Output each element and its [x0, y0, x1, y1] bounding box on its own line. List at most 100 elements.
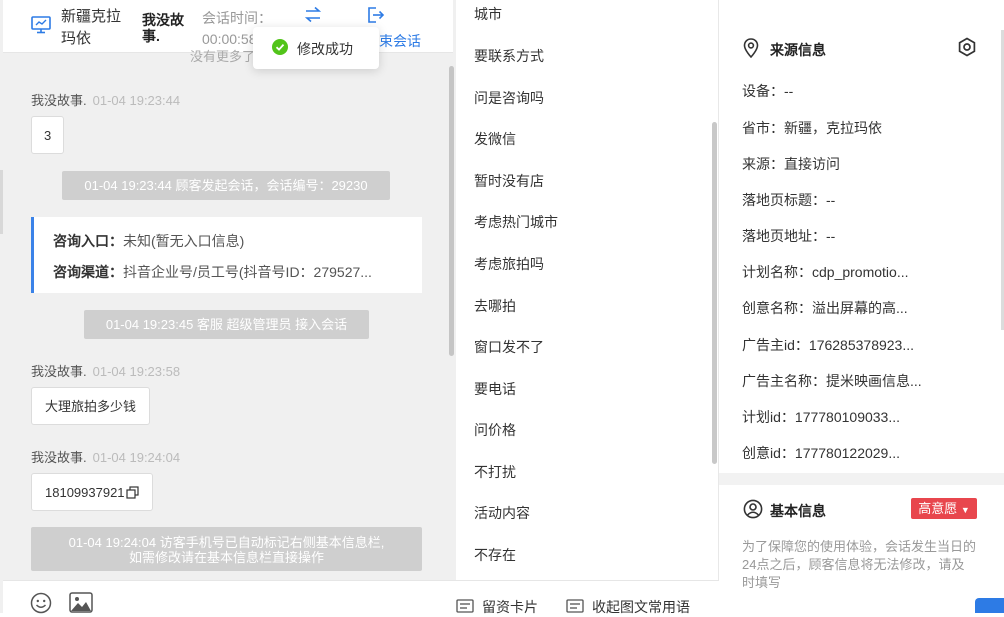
quick-reply-item[interactable]: 要联系方式 [474, 46, 544, 66]
field-landing-title: 落地页标题：-- [742, 190, 835, 210]
quick-reply-item[interactable]: 暂时没有店 [474, 171, 544, 191]
edit-notice: 为了保障您的使用体验，会话发生当日的24点之后，顾客信息将无法修改，请及时填写 [742, 539, 977, 590]
field-label: 落地页标题： [742, 192, 826, 208]
toast-message: 修改成功 [297, 41, 353, 57]
message-meta: 我没故事. 01-04 19:23:58 [31, 361, 180, 380]
card-icon [456, 599, 474, 613]
field-value: -- [826, 228, 836, 244]
quick-reply-item[interactable]: 不存在 [474, 545, 516, 565]
field-label: 落地页地址： [742, 228, 826, 244]
field-value: 直接访问 [784, 156, 840, 172]
system-message: 01-04 19:23:44 顾客发起会话，会话编号：29230 [62, 171, 390, 200]
field-plan-name: 计划名称：cdp_promotio... [742, 262, 909, 282]
message-sender: 我没故事. [31, 450, 87, 465]
message-time: 01-04 19:23:44 [92, 93, 181, 108]
exit-icon[interactable] [367, 6, 385, 24]
quick-reply-item[interactable]: 不打扰 [474, 462, 516, 482]
visitor-location: 新疆克拉玛依 [61, 8, 122, 47]
emoji-icon[interactable] [30, 592, 52, 614]
message-bubble: 大理旅拍多少钱 [31, 387, 151, 425]
monitor-icon [31, 16, 51, 34]
consult-entrance-row: 咨询入口：未知(暂无入口信息) [53, 231, 405, 251]
field-value: 溢出屏幕的高... [812, 300, 908, 316]
consult-channel-label: 咨询渠道： [53, 264, 123, 280]
quick-reply-toolbar: 留资卡片 收起图文常用语 [456, 580, 719, 617]
consult-entrance-value: 未知(暂无入口信息) [123, 233, 245, 249]
quick-reply-item[interactable]: 活动内容 [474, 503, 530, 523]
field-label: 设备： [742, 83, 784, 99]
field-landing-url: 落地页地址：-- [742, 226, 835, 246]
quick-reply-item[interactable]: 问价格 [474, 420, 516, 440]
floating-action-button[interactable] [975, 598, 1004, 613]
field-source: 来源：直接访问 [742, 154, 840, 174]
consult-channel-row: 咨询渠道：抖音企业号/员工号(抖音号ID：279527... [53, 262, 405, 282]
field-label: 广告主id： [742, 337, 809, 353]
image-icon[interactable] [69, 592, 93, 613]
field-plan-id: 计划id：177780109033... [742, 407, 900, 427]
field-province-city: 省市：新疆，克拉玛依 [742, 118, 882, 138]
quick-reply-item[interactable]: 考虑热门城市 [474, 212, 558, 232]
phone-number-text: 18109937921 [45, 485, 125, 500]
check-circle-icon [272, 39, 288, 55]
quick-reply-item[interactable]: 考虑旅拍吗 [474, 254, 544, 274]
copy-icon[interactable] [125, 486, 139, 499]
field-label: 计划id： [742, 409, 795, 425]
field-value: -- [784, 83, 794, 99]
visitor-name: 我没故事. [142, 12, 184, 44]
basic-info-title: 基本信息 [770, 503, 826, 519]
quick-reply-panel: 城市 要联系方式 问是咨询吗 发微信 暂时没有店 考虑热门城市 考虑旅拍吗 去哪… [456, 0, 719, 617]
field-advertiser-name: 广告主名称：提米映画信息... [742, 371, 922, 391]
quick-reply-item[interactable]: 要电话 [474, 379, 516, 399]
panel-edge-handle[interactable] [0, 170, 3, 234]
system-message: 01-04 19:23:45 客服 超级管理员 接入会话 [84, 310, 369, 339]
quick-reply-scrollbar[interactable] [712, 122, 717, 464]
session-time-value: 00:00:58 [202, 31, 257, 47]
system-notice: 01-04 19:24:04 访客手机号已自动标记右侧基本信息栏, 如需修改请在… [31, 527, 422, 571]
field-value: 提米映画信息... [826, 373, 922, 389]
caret-down-icon: ▼ [960, 505, 970, 515]
system-notice-line: 01-04 19:24:04 访客手机号已自动标记右侧基本信息栏, [68, 535, 385, 550]
collapse-phrases-button[interactable]: 收起图文常用语 [592, 597, 690, 617]
field-creative-name: 创意名称：溢出屏幕的高... [742, 298, 908, 318]
field-label: 来源： [742, 156, 784, 172]
collapse-icon [566, 599, 584, 613]
field-device: 设备：-- [742, 81, 793, 101]
consult-channel-value: 抖音企业号/员工号(抖音号ID：279527... [123, 264, 372, 280]
message-time: 01-04 19:24:04 [92, 450, 181, 465]
quick-reply-item[interactable]: 城市 [474, 4, 502, 24]
field-creative-id: 创意id：177780122029... [742, 443, 900, 463]
quick-reply-item[interactable]: 问是咨询吗 [474, 88, 544, 108]
field-label: 创意名称： [742, 300, 812, 316]
chat-input-toolbar [3, 580, 456, 614]
intent-level-dropdown[interactable]: 高意愿 ▼ [911, 498, 977, 519]
field-value: -- [826, 192, 836, 208]
field-value: 177780122029... [794, 445, 901, 461]
field-value: 177780109033... [794, 409, 901, 425]
section-divider [719, 473, 1004, 485]
intent-level-value: 高意愿 [918, 501, 958, 516]
field-value: 新疆，克拉玛依 [784, 120, 882, 136]
field-value: 176285378923... [808, 337, 915, 353]
field-advertiser-id: 广告主id：176285378923... [742, 335, 914, 355]
settings-icon[interactable] [957, 37, 977, 57]
no-more-history-hint: 没有更多了 [190, 49, 256, 64]
session-time-label: 会话时间： [202, 10, 272, 26]
message-bubble: 18109937921 [31, 473, 153, 511]
message-meta: 我没故事. 01-04 19:23:44 [31, 90, 180, 109]
lead-card-button[interactable]: 留资卡片 [482, 597, 538, 617]
system-notice-line: 如需修改请在基本信息栏直接操作 [128, 550, 324, 565]
location-pin-icon [743, 38, 759, 58]
message-sender: 我没故事. [31, 364, 87, 379]
message-time: 01-04 19:23:58 [92, 364, 181, 379]
message-sender: 我没故事. [31, 93, 87, 108]
field-value: cdp_promotio... [812, 264, 909, 280]
source-info-title: 来源信息 [770, 42, 826, 58]
quick-reply-item[interactable]: 去哪拍 [474, 296, 516, 316]
field-label: 广告主名称： [742, 373, 826, 389]
quick-reply-item[interactable]: 发微信 [474, 129, 516, 149]
field-label: 计划名称： [742, 264, 812, 280]
chat-panel: 新疆克拉玛依 我没故事. 会话时间： 00:00:58 结束会话 没有更多了 修… [0, 0, 456, 614]
quick-reply-item[interactable]: 窗口发不了 [474, 337, 544, 357]
chat-scrollbar[interactable] [449, 66, 454, 356]
transfer-icon[interactable] [303, 6, 323, 24]
